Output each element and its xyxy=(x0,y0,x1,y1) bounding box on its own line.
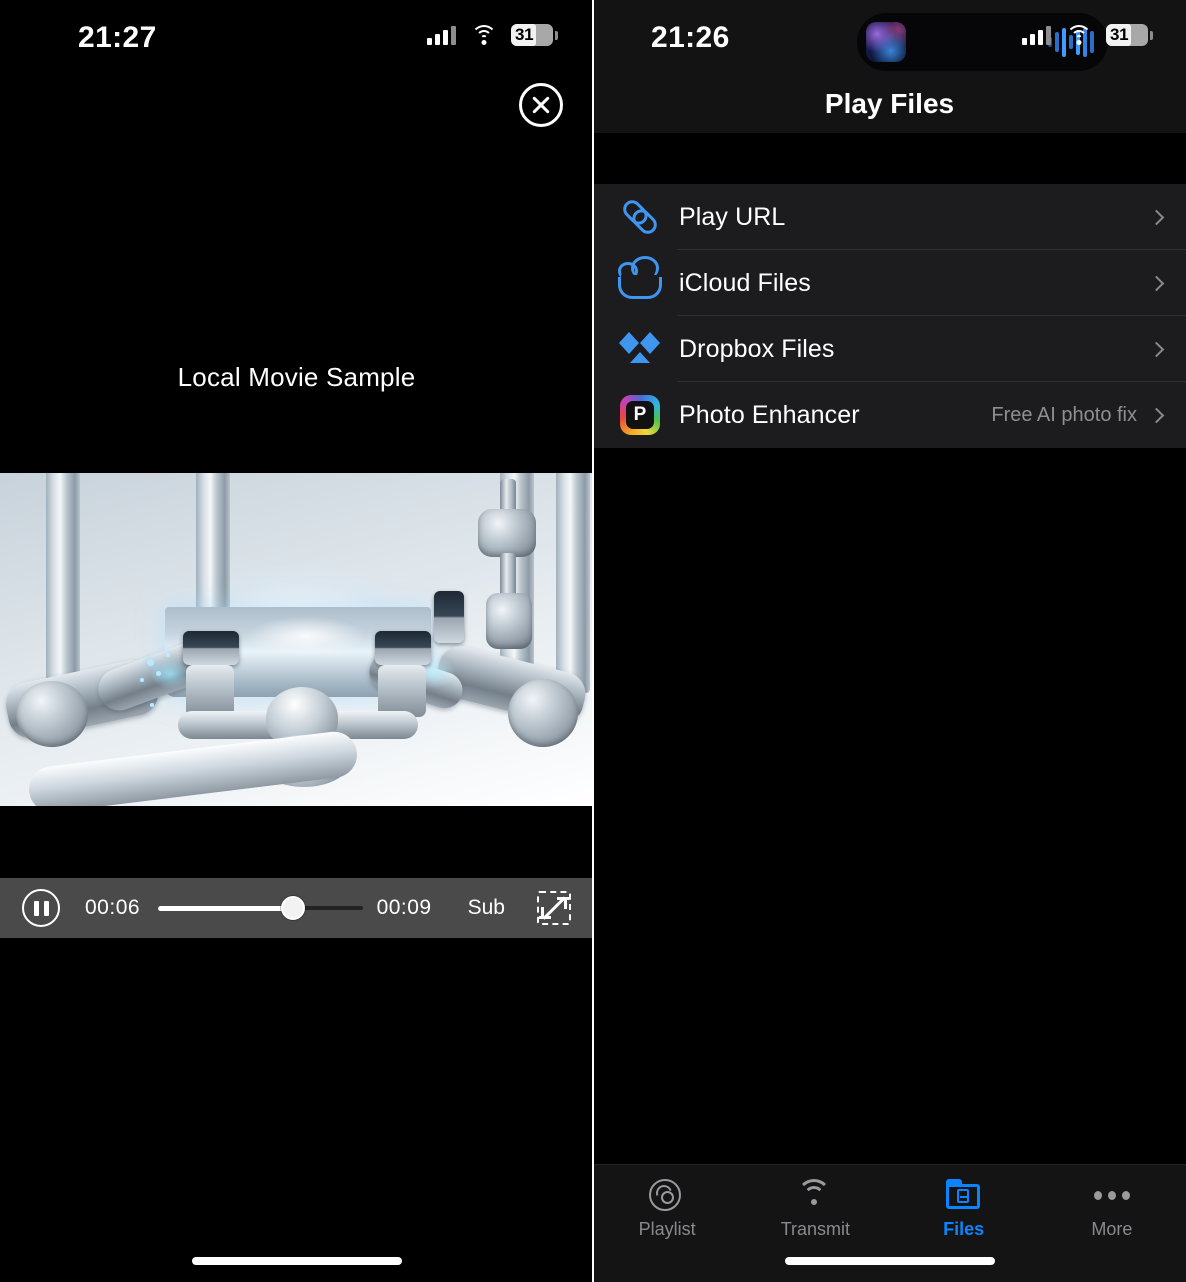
disc-icon xyxy=(649,1179,685,1211)
status-bar-right: 21:26 31 xyxy=(593,0,1186,71)
status-bar-time: 21:27 xyxy=(78,21,157,54)
album-artwork-thumbnail xyxy=(866,22,906,62)
battery-icon: 31 xyxy=(511,24,558,46)
list-item-dropbox-files[interactable]: Dropbox Files xyxy=(593,316,1186,382)
play-files-screen: 21:26 31 Play Files Play URL iCloud File… xyxy=(593,0,1186,1282)
slider-thumb[interactable] xyxy=(281,896,306,920)
current-time-label: 00:06 xyxy=(85,896,141,919)
navigation-header: 21:26 31 Play Files xyxy=(593,0,1186,133)
duration-label: 00:09 xyxy=(376,896,432,919)
player-controls-bar: 00:06 00:09 Sub xyxy=(0,878,593,938)
tab-playlist[interactable]: Playlist xyxy=(593,1179,741,1240)
wifi-icon xyxy=(1065,25,1092,45)
tab-label: Files xyxy=(943,1219,985,1239)
photo-enhancer-icon: P xyxy=(617,392,663,438)
battery-level-text: 31 xyxy=(1110,25,1129,44)
list-item-label: iCloud Files xyxy=(679,268,811,297)
dropbox-icon xyxy=(617,326,663,372)
home-indicator xyxy=(191,1257,402,1265)
panel-divider xyxy=(592,0,594,1282)
cloud-icon xyxy=(617,256,663,306)
list-item-photo-enhancer[interactable]: P Photo Enhancer Free AI photo fix xyxy=(593,382,1186,448)
close-icon[interactable] xyxy=(519,83,563,127)
video-surface[interactable] xyxy=(0,473,593,806)
status-bar-indicators: 31 xyxy=(427,24,558,46)
tab-transmit[interactable]: Transmit xyxy=(741,1179,889,1240)
chevron-right-icon xyxy=(1148,275,1165,291)
status-bar-left: 21:27 31 xyxy=(0,0,593,70)
list-item-label: Play URL xyxy=(679,202,786,231)
tab-more[interactable]: More xyxy=(1038,1179,1186,1240)
expand-fullscreen-icon[interactable] xyxy=(537,891,571,925)
chevron-right-icon xyxy=(1148,341,1165,357)
subtitles-button[interactable]: Sub xyxy=(468,896,505,920)
play-files-list: Play URL iCloud Files Dropbox Files P Ph… xyxy=(593,184,1186,448)
tab-label: Transmit xyxy=(780,1219,851,1239)
chevron-right-icon xyxy=(1148,407,1165,423)
list-item-value: Free AI photo fix xyxy=(991,403,1137,426)
list-item-label: Dropbox Files xyxy=(679,334,835,363)
folder-icon xyxy=(945,1179,982,1211)
video-player-screen: 21:27 31 Local Movie Sample 00:06 00:09 … xyxy=(0,0,593,1282)
broadcast-icon xyxy=(797,1179,833,1211)
home-indicator xyxy=(784,1257,995,1265)
list-item-label: Photo Enhancer xyxy=(679,400,860,429)
status-bar-indicators: 31 xyxy=(1022,24,1153,46)
tab-files[interactable]: Files xyxy=(890,1179,1038,1240)
page-title: Play Files xyxy=(824,88,955,119)
cellular-bars-icon xyxy=(1022,25,1051,45)
media-title: Local Movie Sample xyxy=(177,362,416,392)
cellular-bars-icon xyxy=(427,25,456,45)
pause-icon[interactable] xyxy=(22,889,60,927)
link-icon xyxy=(617,194,663,240)
list-item-play-url[interactable]: Play URL xyxy=(593,184,1186,250)
battery-icon: 31 xyxy=(1106,24,1153,46)
battery-level-text: 31 xyxy=(515,25,534,44)
screenshot-root: 21:27 31 Local Movie Sample 00:06 00:09 … xyxy=(0,0,1186,1282)
tab-label: More xyxy=(1091,1219,1133,1239)
wifi-icon xyxy=(470,25,497,45)
ellipsis-icon xyxy=(1093,1179,1130,1211)
progress-slider[interactable] xyxy=(158,889,363,927)
status-bar-time: 21:26 xyxy=(651,21,730,54)
list-item-icloud-files[interactable]: iCloud Files xyxy=(593,250,1186,316)
tab-label: Playlist xyxy=(638,1219,696,1239)
chevron-right-icon xyxy=(1148,209,1165,225)
